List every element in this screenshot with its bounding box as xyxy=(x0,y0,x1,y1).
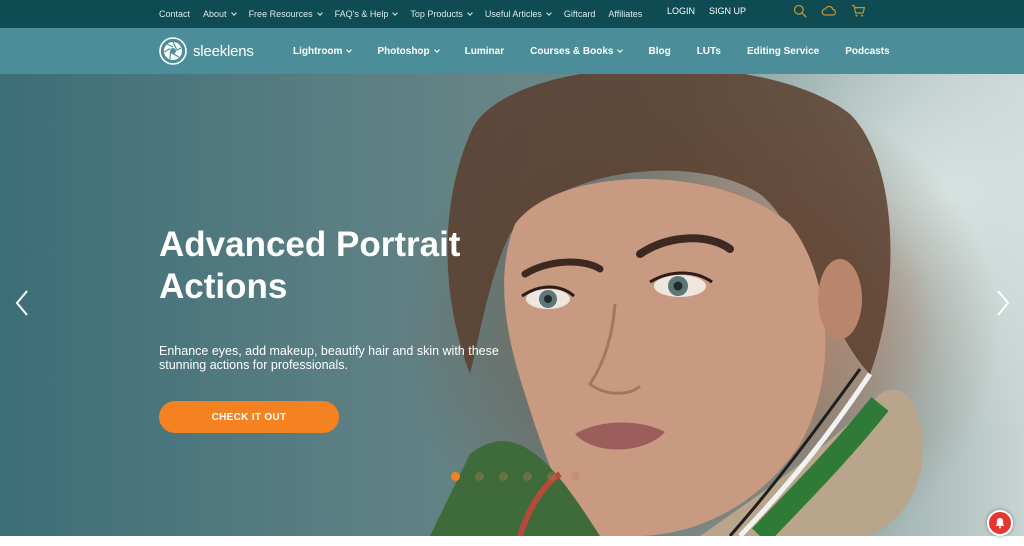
nav-item-lightroom[interactable]: Lightroom xyxy=(293,46,353,57)
slider-dot[interactable] xyxy=(451,472,460,481)
top-link-faq-help[interactable]: FAQ's & Help xyxy=(335,9,399,19)
chevron-down-icon xyxy=(617,46,624,53)
slider-dot[interactable] xyxy=(547,472,556,481)
nav-item-blog[interactable]: Blog xyxy=(648,46,670,57)
hero-title: Advanced Portrait Actions xyxy=(159,225,461,306)
nav-item-luts[interactable]: LUTs xyxy=(697,46,721,57)
top-link-giftcard[interactable]: Giftcard xyxy=(564,9,596,19)
nav-item-editing-service[interactable]: Editing Service xyxy=(747,46,819,57)
nav-item-podcasts[interactable]: Podcasts xyxy=(845,46,889,57)
auth-links: LOGIN SIGN UP xyxy=(667,0,760,22)
login-link[interactable]: LOGIN xyxy=(667,6,695,16)
main-navigation: sleeklens Lightroom Photoshop Luminar Co… xyxy=(0,28,1024,74)
top-link-about[interactable]: About xyxy=(203,9,237,19)
slider-dot[interactable] xyxy=(499,472,508,481)
nav-item-luminar[interactable]: Luminar xyxy=(465,46,504,57)
cart-icon[interactable] xyxy=(851,4,866,18)
nav-item-photoshop[interactable]: Photoshop xyxy=(377,46,440,57)
slider-next-arrow-icon[interactable] xyxy=(995,289,1011,317)
nav-item-courses-books[interactable]: Courses & Books xyxy=(530,46,624,57)
slider-prev-arrow-icon[interactable] xyxy=(14,289,30,317)
logo-text: sleeklens xyxy=(193,42,254,60)
search-icon[interactable] xyxy=(793,4,807,18)
chevron-down-icon xyxy=(546,9,552,16)
cloud-icon[interactable] xyxy=(821,4,837,18)
nav-items: Lightroom Photoshop Luminar Courses & Bo… xyxy=(293,28,916,74)
check-it-out-button[interactable]: CHECK IT OUT xyxy=(159,401,339,433)
notification-bell-button[interactable] xyxy=(987,510,1013,536)
slider-dots xyxy=(451,472,595,481)
bell-icon xyxy=(995,518,1005,529)
chevron-down-icon xyxy=(316,9,323,16)
slider-dot[interactable] xyxy=(475,472,484,481)
slider-dot[interactable] xyxy=(571,472,580,481)
aperture-logo-icon xyxy=(159,37,187,65)
chevron-down-icon xyxy=(346,46,353,53)
top-link-useful-articles[interactable]: Useful Articles xyxy=(485,9,552,19)
site-logo[interactable]: sleeklens xyxy=(159,36,254,66)
slider-dot[interactable] xyxy=(523,472,532,481)
hero-subtitle: Enhance eyes, add makeup, beautify hair … xyxy=(159,344,499,372)
top-icons xyxy=(793,4,880,18)
chevron-down-icon xyxy=(230,9,237,16)
top-utility-bar: Contact About Free Resources FAQ's & Hel… xyxy=(0,0,1024,28)
top-link-affiliates[interactable]: Affiliates xyxy=(608,9,642,19)
top-links: Contact About Free Resources FAQ's & Hel… xyxy=(159,0,655,28)
hero-slider: Advanced Portrait Actions Enhance eyes, … xyxy=(0,74,1024,536)
top-link-top-products[interactable]: Top Products xyxy=(410,9,473,19)
top-link-free-resources[interactable]: Free Resources xyxy=(249,9,323,19)
chevron-down-icon xyxy=(433,46,440,53)
top-link-contact[interactable]: Contact xyxy=(159,9,190,19)
chevron-down-icon xyxy=(467,9,473,16)
signup-link[interactable]: SIGN UP xyxy=(709,6,746,16)
chevron-down-icon xyxy=(392,9,399,16)
